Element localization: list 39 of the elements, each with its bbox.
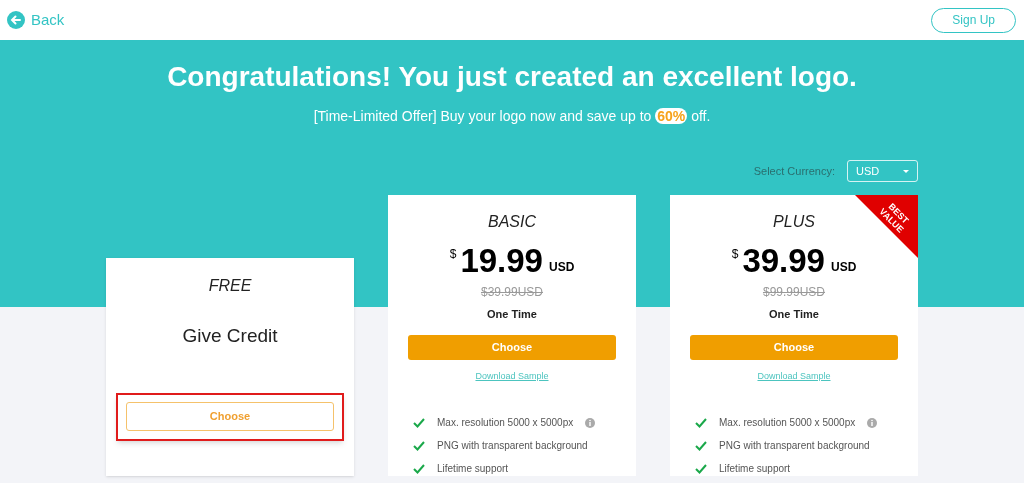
payment-term: One Time bbox=[487, 307, 537, 322]
choose-button[interactable]: Choose bbox=[126, 402, 334, 431]
download-sample-link[interactable]: Download Sample bbox=[757, 369, 831, 383]
plan-name: FREE bbox=[208, 276, 252, 296]
check-icon bbox=[413, 417, 425, 428]
plan-price: 19.99 bbox=[460, 243, 543, 279]
payment-term: One Time bbox=[769, 307, 819, 322]
old-price: $39.99USD bbox=[480, 284, 543, 301]
price-currency: USD bbox=[830, 259, 857, 276]
check-icon bbox=[695, 417, 707, 428]
download-sample-link[interactable]: Download Sample bbox=[475, 369, 549, 383]
feature-text: PNG with transparent background bbox=[437, 439, 588, 453]
check-icon bbox=[695, 463, 707, 474]
check-icon bbox=[413, 440, 425, 451]
hero-title: Congratulations! You just created an excellent logo. bbox=[167, 60, 857, 94]
currency-sign: $ bbox=[731, 246, 739, 263]
caret-icon bbox=[903, 169, 909, 173]
feature-text: Lifetime support bbox=[437, 462, 509, 476]
check-icon bbox=[413, 463, 425, 474]
currency-select[interactable]: USD bbox=[847, 160, 918, 182]
feature-text: Lifetime support bbox=[719, 462, 791, 476]
choose-button[interactable]: Choose bbox=[408, 334, 616, 360]
info-icon[interactable] bbox=[867, 417, 878, 428]
currency-label: Select Currency: bbox=[753, 163, 835, 179]
back-link[interactable]: Back bbox=[7, 8, 65, 32]
currency-sign: $ bbox=[449, 246, 457, 263]
price-currency: USD bbox=[548, 259, 575, 276]
feature-text: PNG with transparent background bbox=[719, 439, 870, 453]
plan-price: 39.99 bbox=[742, 243, 825, 279]
plan-name: BASIC bbox=[488, 212, 536, 232]
plan-name: PLUS bbox=[773, 212, 815, 232]
info-icon[interactable] bbox=[585, 417, 596, 428]
choose-button[interactable]: Choose bbox=[690, 334, 898, 360]
check-icon bbox=[695, 440, 707, 451]
feature-text: Max. resolution 5000 x 5000px bbox=[437, 416, 574, 430]
offer-text: [Time-Limited Offer] Buy your logo now and save up to 60% off. bbox=[313, 107, 711, 126]
feature-text: Max. resolution 5000 x 5000px bbox=[719, 416, 856, 430]
plan-headline: Give Credit bbox=[182, 324, 278, 348]
old-price: $99.99USD bbox=[762, 284, 825, 301]
